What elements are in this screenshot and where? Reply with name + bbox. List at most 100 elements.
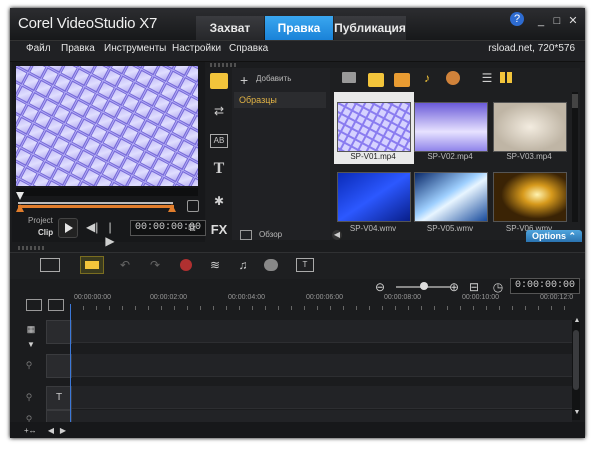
auto-music-icon[interactable]: ♫ [236,258,250,272]
scroll-right-icon[interactable]: ▶ [58,424,68,438]
thumbnail-view-icon[interactable] [500,72,512,83]
clip-mode-label[interactable]: Clip [38,228,53,237]
thumbnail-sp-v06[interactable] [493,172,567,222]
next-frame-icon[interactable]: |▶ [104,220,116,248]
title-text-icon[interactable]: AB [210,134,228,148]
close-button[interactable]: ✕ [566,14,580,28]
add-icon[interactable]: + [240,72,248,88]
thumbnail-label: SP-V05.wmv [426,224,474,233]
thumbnail-sp-v03[interactable] [493,102,567,152]
ruler-tick: 00:00:02:00 [150,294,187,301]
thumbnail-label: SP-V01.mp4 [350,152,396,161]
record-capture-icon[interactable] [180,259,192,271]
timeline-scroll-thumb[interactable] [573,330,579,390]
thumbnail-sp-v05[interactable] [414,172,488,222]
import-folder-icon[interactable] [342,72,356,83]
folder-samples-label[interactable]: Образцы [239,95,277,105]
previous-frame-icon[interactable]: ◀| [86,220,98,234]
maximize-button[interactable]: □ [550,14,564,28]
browse-label[interactable]: Обзор [259,230,282,239]
ruler-tick: 00:00:00:00 [74,294,111,301]
collapse-left-icon[interactable]: ◀ [332,230,342,240]
thumbnail-sp-v02[interactable] [414,102,488,152]
tab-capture[interactable]: Захват [196,16,264,40]
expand-track-icon[interactable]: ▼ [26,338,36,352]
project-mode-label[interactable]: Project [28,216,53,225]
storyboard-view-icon[interactable] [40,258,60,272]
timeline-view-button[interactable] [80,256,104,274]
add-track-icon[interactable]: +↔ [24,424,37,438]
menu-edit[interactable]: Правка [61,43,95,54]
text-icon[interactable]: T [210,160,228,178]
tab-share[interactable]: Публикация [334,16,406,40]
library-scroll-thumb[interactable] [572,94,578,108]
undo-icon[interactable]: ↶ [118,258,132,272]
browse-icon[interactable] [240,230,252,240]
scroll-left-icon[interactable]: ◀ [46,424,56,438]
minimize-button[interactable]: _ [534,14,548,28]
fit-project-icon[interactable]: ⊟ [468,280,480,294]
menu-tools[interactable]: Инструменты [104,43,166,54]
add-folder-label[interactable]: Добавить [256,74,291,83]
video-track-toggle-icon[interactable]: ▦ [24,322,38,336]
transition-icon[interactable]: ⇄ [210,104,228,118]
thumbnail-sp-v04[interactable] [337,172,411,222]
enlarge-preview-icon[interactable] [187,200,199,212]
scroll-down-icon[interactable]: ▼ [573,406,581,420]
zoom-slider-handle[interactable] [420,282,428,290]
trim-start-marker[interactable] [16,204,24,212]
list-view-icon[interactable]: ☰ [480,71,494,85]
timeline-view-icon [85,261,99,269]
ruler-tick: 00:00:12:0 [540,294,574,301]
panel-grip[interactable] [18,246,44,250]
app-title: Corel VideoStudio X7 [18,15,158,32]
scrubber-handle[interactable] [16,192,24,200]
tab-edit[interactable]: Правка [265,16,333,40]
track-manager-icon[interactable] [26,299,42,311]
trim-end-marker[interactable] [168,204,176,212]
thumbnail-label: SP-V03.mp4 [506,152,552,161]
trim-range[interactable] [18,205,174,208]
subtitle-editor-icon[interactable]: T [296,258,314,272]
link-icon[interactable]: ⚲ [24,358,34,372]
overlay-track-header[interactable] [46,354,72,378]
motion-tracking-icon[interactable] [264,259,278,271]
show-photo-icon[interactable] [394,73,410,87]
timeline-timecode[interactable]: 0:00:00:00 [510,278,580,294]
thumbnail-sp-v01[interactable] [337,102,411,152]
fx-icon[interactable]: FX [208,222,230,237]
menu-settings[interactable]: Настройки [172,43,221,54]
show-instant-project-icon[interactable] [446,71,460,85]
zoom-in-icon[interactable]: ⊕ [448,280,460,294]
redo-icon[interactable]: ↷ [148,258,162,272]
project-info-label: rsload.net, 720*576 [488,43,575,54]
chapter-point-icon[interactable] [48,299,64,311]
copy-icon[interactable]: ⧉ [186,222,198,236]
menu-help[interactable]: Справка [229,43,268,54]
play-button[interactable] [58,218,78,238]
media-icon[interactable] [210,73,228,89]
menu-file[interactable]: Файл [26,43,51,54]
zoom-out-icon[interactable]: ⊖ [374,280,386,294]
link-icon[interactable]: ⚲ [24,390,34,404]
title-track-header[interactable]: T [46,386,72,410]
help-globe-icon[interactable]: ? [510,12,524,26]
graphics-icon[interactable]: ✱ [210,194,228,208]
show-video-icon[interactable] [368,73,384,87]
video-track-header[interactable] [46,320,72,344]
video-track[interactable] [66,320,572,343]
ruler-tick: 00:00:06:00 [306,294,343,301]
title-track[interactable] [66,386,572,409]
panel-grip[interactable] [210,63,236,67]
options-button[interactable]: Options ⌃ [526,230,582,242]
library-scrollbar[interactable] [572,92,578,222]
play-icon [65,223,73,233]
thumbnail-label: SP-V02.mp4 [427,152,473,161]
timeline-playhead[interactable] [70,304,71,422]
show-audio-icon[interactable]: ♪ [420,71,434,85]
overlay-track[interactable] [66,354,572,377]
scroll-up-icon[interactable]: ▲ [573,314,581,328]
sound-mixer-icon[interactable]: ≋ [208,258,222,272]
video-frame-image [16,66,198,186]
scrubber-track[interactable] [18,202,173,204]
